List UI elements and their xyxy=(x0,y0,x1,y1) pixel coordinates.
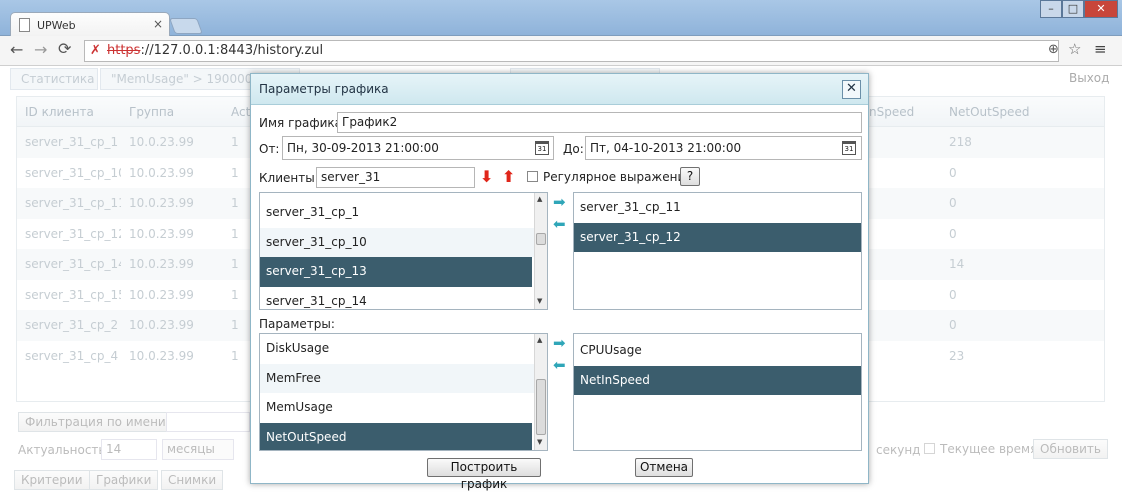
to-date-field[interactable]: Пт, 04-10-2013 21:00:00 31 xyxy=(585,136,862,160)
tab-title: UPWeb xyxy=(37,19,76,32)
chart-parameters-dialog: Параметры графика ✕ Имя графика: График2… xyxy=(250,73,869,491)
calendar-icon[interactable]: 31 xyxy=(842,141,856,155)
help-button[interactable]: ? xyxy=(680,167,700,186)
move-left-icon[interactable]: ⬅ xyxy=(553,358,569,373)
page-icon xyxy=(19,18,30,32)
from-label: От: xyxy=(259,142,280,156)
broken-lock-icon: ✗ xyxy=(90,43,101,58)
to-date-value: Пт, 04-10-2013 21:00:00 xyxy=(590,141,742,155)
scrollbar-thumb[interactable] xyxy=(536,233,546,245)
scroll-up-icon[interactable]: ▲ xyxy=(537,195,542,203)
list-item[interactable]: server_31_cp_12 xyxy=(574,222,861,252)
list-item[interactable]: NetInSpeed xyxy=(574,365,861,395)
minimize-button[interactable]: – xyxy=(1040,0,1062,18)
params-available-list[interactable]: DiskUsage MemFree MemUsage NetOutSpeed ▲… xyxy=(259,333,548,451)
regex-checkbox[interactable] xyxy=(527,171,538,182)
address-toolbar: ← → ⟳ ✗ https://127.0.0.1:8443/history.z… xyxy=(0,36,1122,66)
dialog-title: Параметры графика xyxy=(259,82,389,96)
url-field[interactable]: ✗ https://127.0.0.1:8443/history.zul xyxy=(84,40,1059,62)
browser-tab[interactable]: UPWeb × xyxy=(10,12,170,37)
build-chart-button[interactable]: Построить график xyxy=(427,458,541,491)
url-path: ://127.0.0.1:8443/history.zul xyxy=(140,43,324,58)
move-right-icon[interactable]: ➡ xyxy=(553,195,569,210)
params-label: Параметры: xyxy=(259,317,335,331)
chart-name-label: Имя графика: xyxy=(259,116,347,130)
list-item[interactable]: CPUUsage xyxy=(574,336,861,366)
list-item[interactable]: MemFree xyxy=(260,363,536,393)
reload-icon[interactable]: ⟳ xyxy=(58,39,71,58)
cancel-button[interactable]: Отмена xyxy=(635,458,693,477)
window-close-button[interactable]: ✕ xyxy=(1084,0,1118,18)
chart-name-input[interactable]: График2 xyxy=(337,112,862,133)
clients-available-list[interactable]: server_31_cp_1 server_31_cp_10 server_31… xyxy=(259,192,548,310)
clients-selected-list[interactable]: server_31_cp_11 server_31_cp_12 xyxy=(573,192,862,310)
to-label: До: xyxy=(563,142,584,156)
params-selected-list[interactable]: CPUUsage NetInSpeed xyxy=(573,333,862,451)
dialog-close-icon[interactable]: ✕ xyxy=(842,80,861,99)
scrollbar[interactable]: ▲ ▼ xyxy=(534,193,547,309)
clients-label: Клиенты: xyxy=(259,171,319,185)
forward-icon[interactable]: → xyxy=(34,40,47,59)
menu-icon[interactable]: ≡ xyxy=(1094,40,1107,58)
scrollbar-thumb[interactable] xyxy=(536,379,546,435)
calendar-icon[interactable]: 31 xyxy=(535,141,549,155)
regex-label: Регулярное выражение xyxy=(543,170,693,184)
url-protocol: https xyxy=(107,43,141,58)
star-icon[interactable]: ☆ xyxy=(1068,40,1081,58)
move-left-icon[interactable]: ⬅ xyxy=(553,217,569,232)
move-right-icon[interactable]: ➡ xyxy=(553,336,569,351)
zoom-icon[interactable]: ⊕ xyxy=(1048,42,1059,57)
list-item[interactable]: server_31_cp_13 xyxy=(260,257,532,287)
new-tab-button[interactable] xyxy=(169,18,203,34)
list-item[interactable]: DiskUsage xyxy=(260,334,536,364)
scroll-up-icon[interactable]: ▲ xyxy=(537,336,542,344)
tab-close-icon[interactable]: × xyxy=(153,17,163,31)
list-item[interactable]: NetOutSpeed xyxy=(260,422,532,450)
scroll-down-icon[interactable]: ▼ xyxy=(537,297,542,305)
list-item[interactable]: server_31_cp_1 xyxy=(260,198,536,228)
from-date-value: Пн, 30-09-2013 21:00:00 xyxy=(287,141,439,155)
dialog-header: Параметры графика ✕ xyxy=(251,74,868,105)
scrollbar[interactable]: ▲ ▼ xyxy=(534,334,547,450)
list-item[interactable]: MemUsage xyxy=(260,393,536,423)
clients-filter-input[interactable]: server_31 xyxy=(316,167,475,188)
browser-titlebar: UPWeb × – □ ✕ xyxy=(0,0,1122,37)
arrow-up-icon[interactable]: ⬆ xyxy=(502,167,515,186)
maximize-button[interactable]: □ xyxy=(1062,0,1084,18)
arrow-down-icon[interactable]: ⬇ xyxy=(480,167,493,186)
list-item[interactable]: server_31_cp_10 xyxy=(260,227,536,257)
from-date-field[interactable]: Пн, 30-09-2013 21:00:00 31 xyxy=(282,136,554,160)
list-item[interactable]: server_31_cp_14 xyxy=(260,287,536,310)
scroll-down-icon[interactable]: ▼ xyxy=(537,438,542,446)
list-item[interactable]: server_31_cp_11 xyxy=(574,193,861,223)
back-icon[interactable]: ← xyxy=(10,40,23,59)
